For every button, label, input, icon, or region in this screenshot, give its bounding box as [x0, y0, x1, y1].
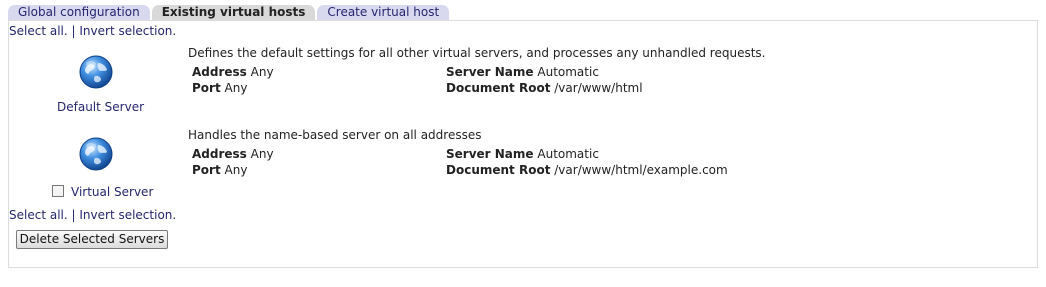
selection-links-top: Select all. | Invert selection. — [9, 24, 176, 38]
invert-selection-link[interactable]: Invert selection. — [79, 24, 176, 38]
port-label: Port — [192, 81, 221, 95]
port-label: Port — [192, 163, 221, 177]
address-label: Address — [192, 147, 247, 161]
globe-icon[interactable] — [79, 137, 113, 171]
address-value: Any — [250, 65, 274, 79]
virtual-server-port: Port Any — [192, 163, 247, 177]
virtual-server-server-name: Server Name Automatic — [446, 147, 599, 161]
document-root-label: Document Root — [446, 81, 551, 95]
globe-icon[interactable] — [79, 55, 113, 89]
document-root-label: Document Root — [446, 163, 551, 177]
address-value: Any — [250, 147, 274, 161]
default-server-document-root: Document Root /var/www/html — [446, 81, 643, 95]
port-value: Any — [224, 81, 248, 95]
port-value: Any — [224, 163, 248, 177]
virtual-server-document-root: Document Root /var/www/html/example.com — [446, 163, 728, 177]
tab-existing-virtual-hosts[interactable]: Existing virtual hosts — [151, 5, 316, 20]
tab-global-configuration[interactable]: Global configuration — [8, 5, 150, 20]
invert-selection-link[interactable]: Invert selection. — [79, 208, 176, 222]
default-server-link[interactable]: Default Server — [57, 100, 144, 114]
default-server-port: Port Any — [192, 81, 247, 95]
delete-selected-servers-button[interactable]: Delete Selected Servers — [16, 230, 168, 249]
virtual-server-link[interactable]: Virtual Server — [71, 185, 153, 199]
tab-bar: Global configuration Existing virtual ho… — [8, 4, 451, 20]
link-separator: | — [71, 208, 76, 222]
virtual-server-address: Address Any — [192, 147, 274, 161]
server-name-value: Automatic — [537, 65, 599, 79]
server-name-value: Automatic — [537, 147, 599, 161]
select-all-link[interactable]: Select all. — [9, 24, 68, 38]
selection-links-bottom: Select all. | Invert selection. — [9, 208, 176, 222]
document-root-value: /var/www/html/example.com — [554, 163, 728, 177]
default-server-server-name: Server Name Automatic — [446, 65, 599, 79]
virtual-hosts-panel: Select all. | Invert selection. Default … — [8, 20, 1038, 268]
address-label: Address — [192, 65, 247, 79]
document-root-value: /var/www/html — [554, 81, 643, 95]
server-name-label: Server Name — [446, 65, 534, 79]
tab-create-virtual-host[interactable]: Create virtual host — [317, 5, 450, 20]
default-server-address: Address Any — [192, 65, 274, 79]
select-all-link[interactable]: Select all. — [9, 208, 68, 222]
virtual-server-description: Handles the name-based server on all add… — [188, 128, 482, 142]
server-name-label: Server Name — [446, 147, 534, 161]
default-server-description: Defines the default settings for all oth… — [188, 46, 766, 60]
link-separator: | — [71, 24, 76, 38]
virtual-server-checkbox[interactable] — [52, 185, 64, 197]
